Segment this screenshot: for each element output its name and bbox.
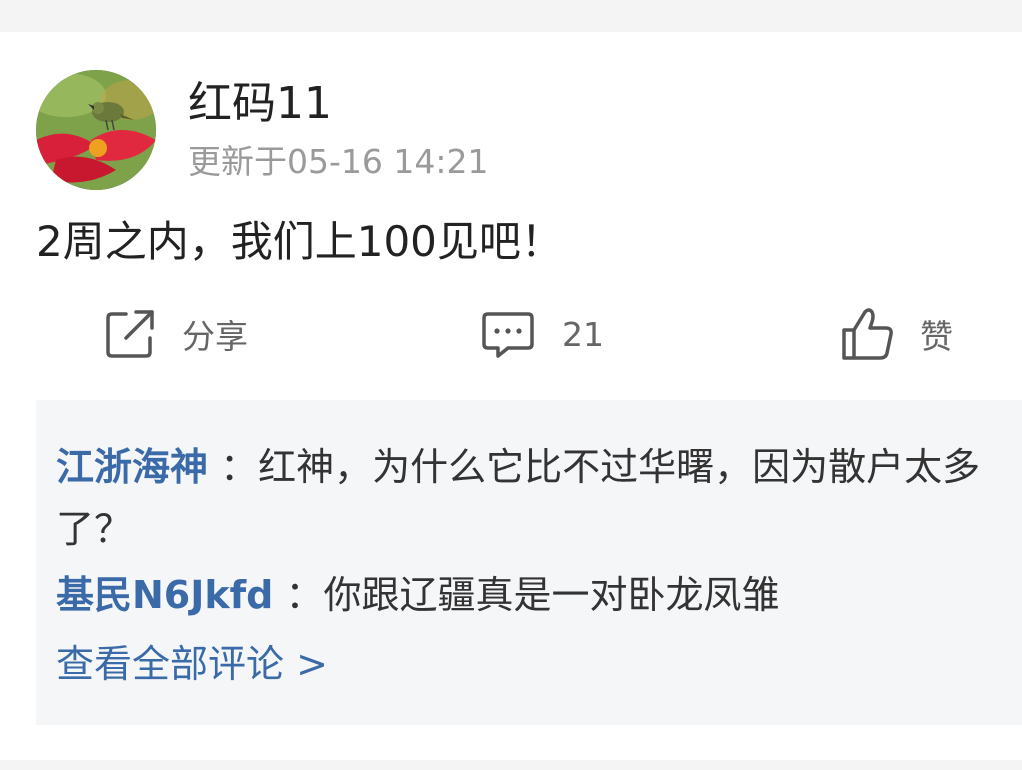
like-button[interactable]: 赞 (838, 302, 953, 366)
comment-text: ：你跟辽疆真是一对卧龙凤雏 (285, 573, 780, 617)
comment-icon (482, 312, 534, 358)
comment-username[interactable]: 江浙海神 (56, 445, 208, 489)
avatar-image (36, 70, 156, 190)
comment-item: 江浙海神 ：红神，为什么它比不过华曙，因为散户太多了？ (56, 436, 996, 560)
share-icon (106, 310, 154, 358)
post-content: 2周之内，我们上100见吧！ (36, 217, 563, 266)
thumbs-up-icon (842, 308, 893, 360)
avatar[interactable] (36, 70, 156, 190)
view-all-comments-link[interactable]: 查看全部评论 > (56, 635, 328, 693)
like-label: 赞 (920, 317, 953, 356)
update-time: 更新于05-16 14:21 (188, 142, 489, 181)
share-button[interactable]: 分享 (104, 302, 248, 366)
share-label: 分享 (182, 317, 248, 356)
comment-username[interactable]: 基民N6Jkfd (56, 573, 273, 617)
top-divider (0, 0, 1022, 32)
comment-button[interactable]: 21 (480, 302, 604, 366)
bottom-divider (0, 760, 1022, 770)
comment-item: 基民N6Jkfd ：你跟辽疆真是一对卧龙凤雏 (56, 564, 996, 626)
comments-panel: 江浙海神 ：红神，为什么它比不过华曙，因为散户太多了？ 基民N6Jkfd ：你跟… (36, 400, 1022, 725)
comment-count: 21 (562, 314, 604, 354)
author-name[interactable]: 红码11 (188, 76, 332, 132)
